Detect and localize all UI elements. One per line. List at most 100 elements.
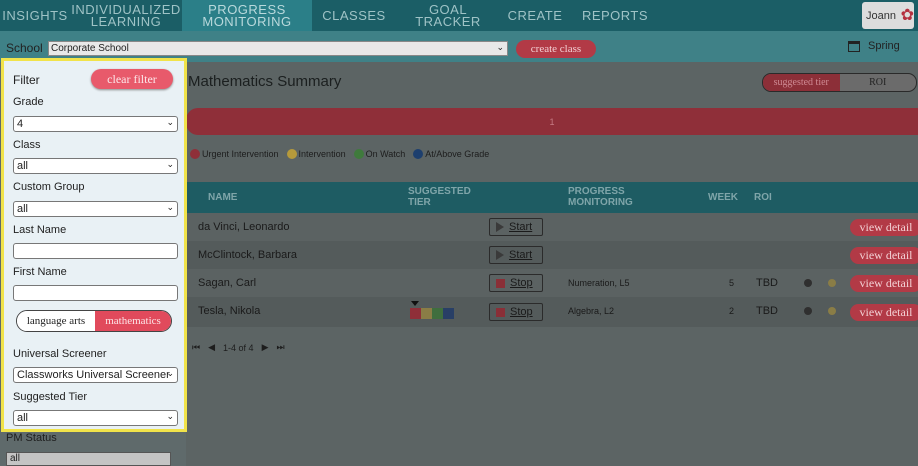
chevron-down-icon: ⌄ <box>166 368 174 378</box>
status-dot-icon <box>804 307 812 315</box>
header-progress-monitoring[interactable]: PROGRESS MONITORING <box>568 186 633 208</box>
nav-progress-monitoring[interactable]: PROGRESS MONITORING <box>182 0 312 31</box>
tier-marker-icon <box>411 301 419 306</box>
toggle-roi[interactable]: ROI <box>840 74 917 91</box>
screener-label: Universal Screener <box>13 348 107 360</box>
student-name[interactable]: Sagan, Carl <box>198 269 256 297</box>
header-week[interactable]: WEEK <box>708 192 738 203</box>
legend-urgent: Urgent Intervention <box>190 149 279 159</box>
create-class-button[interactable]: create class <box>516 40 596 58</box>
suggested-tier-select[interactable]: all ⌄ <box>13 410 178 426</box>
table-header: NAME SUGGESTED TIER PROGRESS MONITORING … <box>186 182 918 213</box>
chevron-down-icon: ⌄ <box>166 411 174 421</box>
tier-urgent-block <box>410 308 421 319</box>
nav-goal-tracker[interactable]: GOAL TRACKER <box>396 0 500 31</box>
subject-toggle[interactable]: language arts mathematics <box>16 310 172 332</box>
chevron-down-icon: ⌄ <box>496 42 504 52</box>
school-label: School <box>6 41 43 55</box>
class-select[interactable]: all ⌄ <box>13 158 178 174</box>
legend-at-above: At/Above Grade <box>413 149 489 159</box>
page-range: 1-4 of 4 <box>223 342 254 353</box>
start-button[interactable]: Start <box>489 246 543 264</box>
tier-watch-block <box>432 308 443 319</box>
filter-title: Filter <box>13 73 40 87</box>
suggested-tier-label: Suggested Tier <box>13 391 87 403</box>
prev-page-icon[interactable]: ◀ <box>208 342 215 353</box>
table-row: McClintock, Barbara Start view detail <box>186 241 918 269</box>
view-toggle[interactable]: suggested tier ROI <box>762 73 917 92</box>
clear-filter-button[interactable]: clear filter <box>91 69 173 89</box>
last-name-label: Last Name <box>13 224 67 236</box>
season-selector[interactable]: Spring <box>848 40 900 52</box>
header-roi[interactable]: ROI <box>754 192 772 203</box>
table-row: Tesla, Nikola Stop Algebra, L2 2 TBD vie… <box>186 297 918 327</box>
toggle-suggested-tier[interactable]: suggested tier <box>763 74 840 91</box>
user-name: Joann <box>866 9 896 22</box>
nav-reports[interactable]: REPORTS <box>570 0 660 31</box>
grade-select[interactable]: 4 ⌄ <box>13 116 178 132</box>
status-dot-icon <box>828 307 836 315</box>
grade-label: Grade <box>13 96 44 108</box>
nav-create[interactable]: CREATE <box>500 0 570 31</box>
first-name-label: First Name <box>13 266 67 278</box>
chevron-down-icon: ⌄ <box>166 202 174 212</box>
user-menu[interactable]: Joann ✿ <box>862 2 914 29</box>
nav-classes[interactable]: CLASSES <box>312 0 396 31</box>
pm-assignment: Numeration, L5 <box>568 278 630 288</box>
intervention-dot-icon <box>286 149 297 159</box>
next-page-icon[interactable]: ▶ <box>262 342 269 353</box>
tier-indicator <box>410 301 454 319</box>
pm-status-select[interactable]: all <box>6 452 171 466</box>
custom-group-select[interactable]: all ⌄ <box>13 201 178 217</box>
play-icon <box>496 250 504 260</box>
at-above-dot-icon <box>413 149 424 159</box>
stop-icon <box>496 307 505 317</box>
screener-select[interactable]: Classworks Universal Screener ⌄ <box>13 367 178 383</box>
subject-language-arts[interactable]: language arts <box>17 311 95 331</box>
filter-panel: Filter clear filter Grade 4 ⌄ Class all … <box>1 58 187 432</box>
view-detail-button[interactable]: view detail <box>850 275 918 292</box>
last-page-icon[interactable]: ⏭ <box>276 342 284 353</box>
page-title: Mathematics Summary <box>188 73 342 90</box>
nav-insights[interactable]: INSIGHTS <box>0 0 70 31</box>
view-detail-button[interactable]: view detail <box>850 304 918 321</box>
nav-individualized-learning[interactable]: INDIVIDUALIZED LEARNING <box>70 0 182 31</box>
class-label: Class <box>13 139 41 151</box>
view-detail-button[interactable]: view detail <box>850 247 918 264</box>
week-value: 5 <box>729 278 735 288</box>
tier-legend: Urgent Intervention Intervention On Watc… <box>190 149 489 159</box>
tier-distribution-bar: 1 <box>186 108 918 135</box>
school-value: Corporate School <box>51 43 129 54</box>
table-row: da Vinci, Leonardo Start view detail <box>186 213 918 241</box>
stop-button[interactable]: Stop <box>489 274 543 292</box>
pm-assignment: Algebra, L2 <box>568 306 615 316</box>
season-label: Spring <box>868 40 900 52</box>
week-value: 2 <box>729 306 735 316</box>
student-name[interactable]: da Vinci, Leonardo <box>198 213 290 241</box>
stop-icon <box>496 278 505 288</box>
header-suggested-tier[interactable]: SUGGESTED TIER <box>408 186 471 208</box>
legend-on-watch: On Watch <box>353 149 405 159</box>
view-detail-button[interactable]: view detail <box>850 219 918 236</box>
roi-value: TBD <box>756 277 778 289</box>
tier-intervention-block <box>421 308 432 319</box>
roi-value: TBD <box>756 305 778 317</box>
first-page-icon[interactable]: ⏮ <box>192 342 200 353</box>
stop-button[interactable]: Stop <box>489 303 543 321</box>
chevron-down-icon: ⌄ <box>166 159 174 169</box>
last-name-input[interactable] <box>13 243 178 259</box>
first-name-input[interactable] <box>13 285 178 301</box>
play-icon <box>496 222 504 232</box>
student-name[interactable]: Tesla, Nikola <box>198 297 260 325</box>
status-dot-icon <box>804 279 812 287</box>
subject-mathematics[interactable]: mathematics <box>95 311 171 331</box>
custom-group-label: Custom Group <box>13 181 85 193</box>
start-button[interactable]: Start <box>489 218 543 236</box>
urgent-dot-icon <box>190 149 200 159</box>
student-name[interactable]: McClintock, Barbara <box>198 241 297 269</box>
pagination: ⏮ ◀ 1-4 of 4 ▶ ⏭ <box>192 342 285 353</box>
on-watch-dot-icon <box>353 149 364 159</box>
school-select[interactable]: Corporate School ⌄ <box>48 41 508 56</box>
legend-intervention: Intervention <box>286 149 346 159</box>
header-name[interactable]: NAME <box>208 192 237 203</box>
